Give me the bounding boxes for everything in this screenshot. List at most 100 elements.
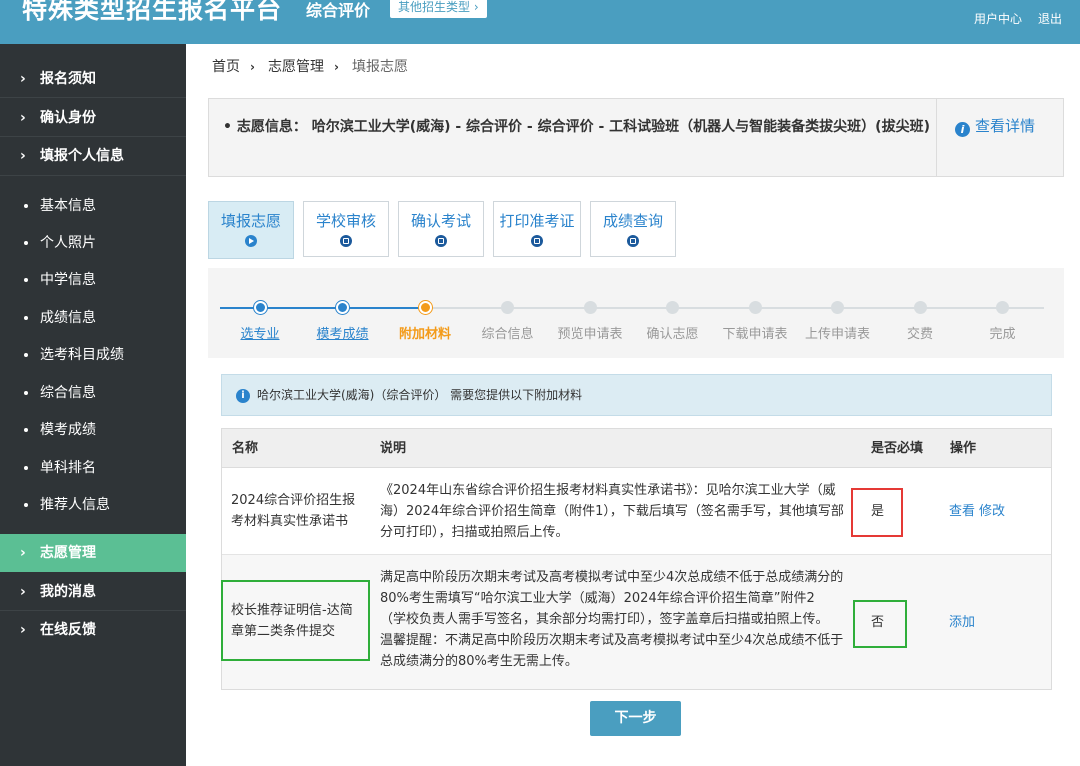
chevron-right-icon: › xyxy=(20,71,26,87)
sidebar-item-choice-management[interactable]: › 志愿管理 xyxy=(0,534,186,572)
chevron-right-icon: › xyxy=(20,584,26,600)
chevron-right-icon: › xyxy=(20,148,26,164)
step-label: 上传申请表 xyxy=(804,327,870,342)
other-admission-type-button[interactable]: 其他招生类型 › xyxy=(390,0,487,18)
step-marker-4 xyxy=(501,301,514,314)
tab-score-query[interactable]: 成绩查询 xyxy=(590,201,676,257)
step-marker-6 xyxy=(666,301,679,314)
step-connector xyxy=(342,307,425,309)
step-label: 综合信息 xyxy=(481,327,534,342)
tab-label: 填报志愿 xyxy=(220,212,281,230)
sidebar-item-online-feedback[interactable]: › 在线反馈 xyxy=(0,611,186,649)
add-material-link[interactable]: 添加 xyxy=(949,612,975,633)
sidebar-item-label: 在线反馈 xyxy=(40,622,96,638)
breadcrumb-separator: › xyxy=(334,60,339,74)
logout-link[interactable]: 退出 xyxy=(1038,11,1062,27)
step-connector xyxy=(920,307,1003,309)
tab-fill-choice[interactable]: 填报志愿 xyxy=(208,201,294,259)
bullet-icon xyxy=(24,428,28,432)
step-label: 完成 xyxy=(989,327,1016,342)
tab-label: 确认考试 xyxy=(410,212,471,230)
view-details-link[interactable]: i 查看详情 xyxy=(955,116,1035,137)
panel-divider xyxy=(936,99,937,176)
sidebar-item-recommender-info[interactable]: 推荐人信息 xyxy=(0,487,186,524)
bullet-icon xyxy=(24,391,28,395)
step-label[interactable]: 模考成绩 xyxy=(303,327,383,343)
sidebar-divider xyxy=(0,175,186,176)
platform-title: 特殊类型招生报名平台 xyxy=(22,0,283,24)
bullet-icon xyxy=(24,316,28,320)
tab-label: 成绩查询 xyxy=(602,212,663,230)
hourglass-icon xyxy=(435,235,447,247)
breadcrumb-current: 填报志愿 xyxy=(352,59,408,75)
edit-material-link[interactable]: 修改 xyxy=(979,501,1005,522)
sidebar-item-label: 推荐人信息 xyxy=(40,497,110,513)
tab-label: 学校审核 xyxy=(315,212,376,230)
step-connector xyxy=(755,307,838,309)
tab-school-review[interactable]: 学校审核 xyxy=(303,201,389,257)
column-header-name: 名称 xyxy=(232,441,259,456)
breadcrumb-separator: › xyxy=(250,60,255,74)
sidebar-item-registration-notice[interactable]: › 报名须知 xyxy=(0,60,186,98)
bullet-icon xyxy=(24,503,28,507)
tab-label: 打印准考证 xyxy=(499,212,575,230)
step-connector xyxy=(837,307,920,309)
sidebar-item-mock-exam-scores[interactable]: 模考成绩 xyxy=(0,412,186,449)
step-connector xyxy=(672,307,755,309)
info-icon: i xyxy=(236,389,250,403)
required-no-highlight xyxy=(853,600,907,648)
view-material-link[interactable]: 查看 xyxy=(949,501,975,522)
sidebar-item-label: 填报个人信息 xyxy=(40,148,124,164)
sidebar-item-basic-info[interactable]: 基本信息 xyxy=(0,188,186,225)
sidebar-item-label: 模考成绩 xyxy=(40,422,96,438)
step-label: 预览申请表 xyxy=(557,327,623,342)
sidebar-item-my-messages[interactable]: › 我的消息 xyxy=(0,573,186,611)
step-label: 交费 xyxy=(906,327,933,342)
breadcrumb-choice-management[interactable]: 志愿管理 xyxy=(268,58,324,76)
step-label: 附加材料 xyxy=(398,327,451,342)
column-header-action: 操作 xyxy=(950,441,977,456)
required-yes-highlight xyxy=(851,488,903,537)
step-label[interactable]: 选专业 xyxy=(220,327,300,343)
table-header: 名称 说明 是否必填 操作 xyxy=(222,429,1051,468)
sidebar-item-label: 中学信息 xyxy=(40,272,96,288)
sidebar-item-photo[interactable]: 个人照片 xyxy=(0,225,186,262)
step-connector xyxy=(590,307,673,309)
step-connector xyxy=(507,307,590,309)
next-step-button[interactable]: 下一步 xyxy=(590,701,681,736)
sidebar-item-label: 确认身份 xyxy=(40,110,96,126)
step-marker-5 xyxy=(583,301,597,314)
bullet-icon xyxy=(24,241,28,245)
sidebar-item-personal-info[interactable]: › 填报个人信息 xyxy=(0,137,186,175)
sidebar-item-label: 我的消息 xyxy=(40,584,96,600)
tab-confirm-exam[interactable]: 确认考试 xyxy=(398,201,484,257)
chevron-right-icon: › xyxy=(20,622,26,638)
column-header-required: 是否必填 xyxy=(871,441,924,456)
sidebar-item-score-info[interactable]: 成绩信息 xyxy=(0,300,186,337)
sidebar-item-comprehensive-info[interactable]: 综合信息 xyxy=(0,375,186,412)
material-name: 2024综合评价招生报 考材料真实性承诺书 xyxy=(231,493,356,529)
step-marker-2 xyxy=(336,301,349,314)
column-header-description: 说明 xyxy=(380,441,407,456)
user-center-link[interactable]: 用户中心 xyxy=(974,11,1022,27)
tab-print-admission-ticket[interactable]: 打印准考证 xyxy=(493,201,581,257)
top-header: 特殊类型招生报名平台 综合评价 其他招生类型 › 用户中心 退出 xyxy=(0,0,1080,44)
step-connector xyxy=(260,307,343,309)
step-label: 确认志愿 xyxy=(646,327,699,342)
bullet-icon xyxy=(24,204,28,208)
step-marker-3 xyxy=(418,301,432,314)
sidebar-item-label: 综合信息 xyxy=(40,385,96,401)
breadcrumb-home[interactable]: 首页 xyxy=(212,58,240,76)
sidebar-item-subject-ranking[interactable]: 单科排名 xyxy=(0,450,186,487)
sidebar-item-elective-scores[interactable]: 选考科目成绩 xyxy=(0,337,186,374)
material-description: 《2024年山东省综合评价招生报考材料真实性承诺书》：见哈尔滨工业大学（威 海）… xyxy=(380,483,844,540)
sidebar-item-high-school-info[interactable]: 中学信息 xyxy=(0,262,186,299)
step-marker-7 xyxy=(748,301,762,314)
sidebar-item-confirm-identity[interactable]: › 确认身份 xyxy=(0,99,186,137)
view-details-label: 查看详情 xyxy=(975,117,1036,135)
bullet-icon xyxy=(24,353,28,357)
notice-text: 哈尔滨工业大学(威海)（综合评价） 需要您提供以下附加材料 xyxy=(257,388,583,402)
sidebar-item-label: 个人照片 xyxy=(40,235,96,251)
material-name-highlight xyxy=(221,580,370,661)
step-marker-1 xyxy=(253,301,267,314)
